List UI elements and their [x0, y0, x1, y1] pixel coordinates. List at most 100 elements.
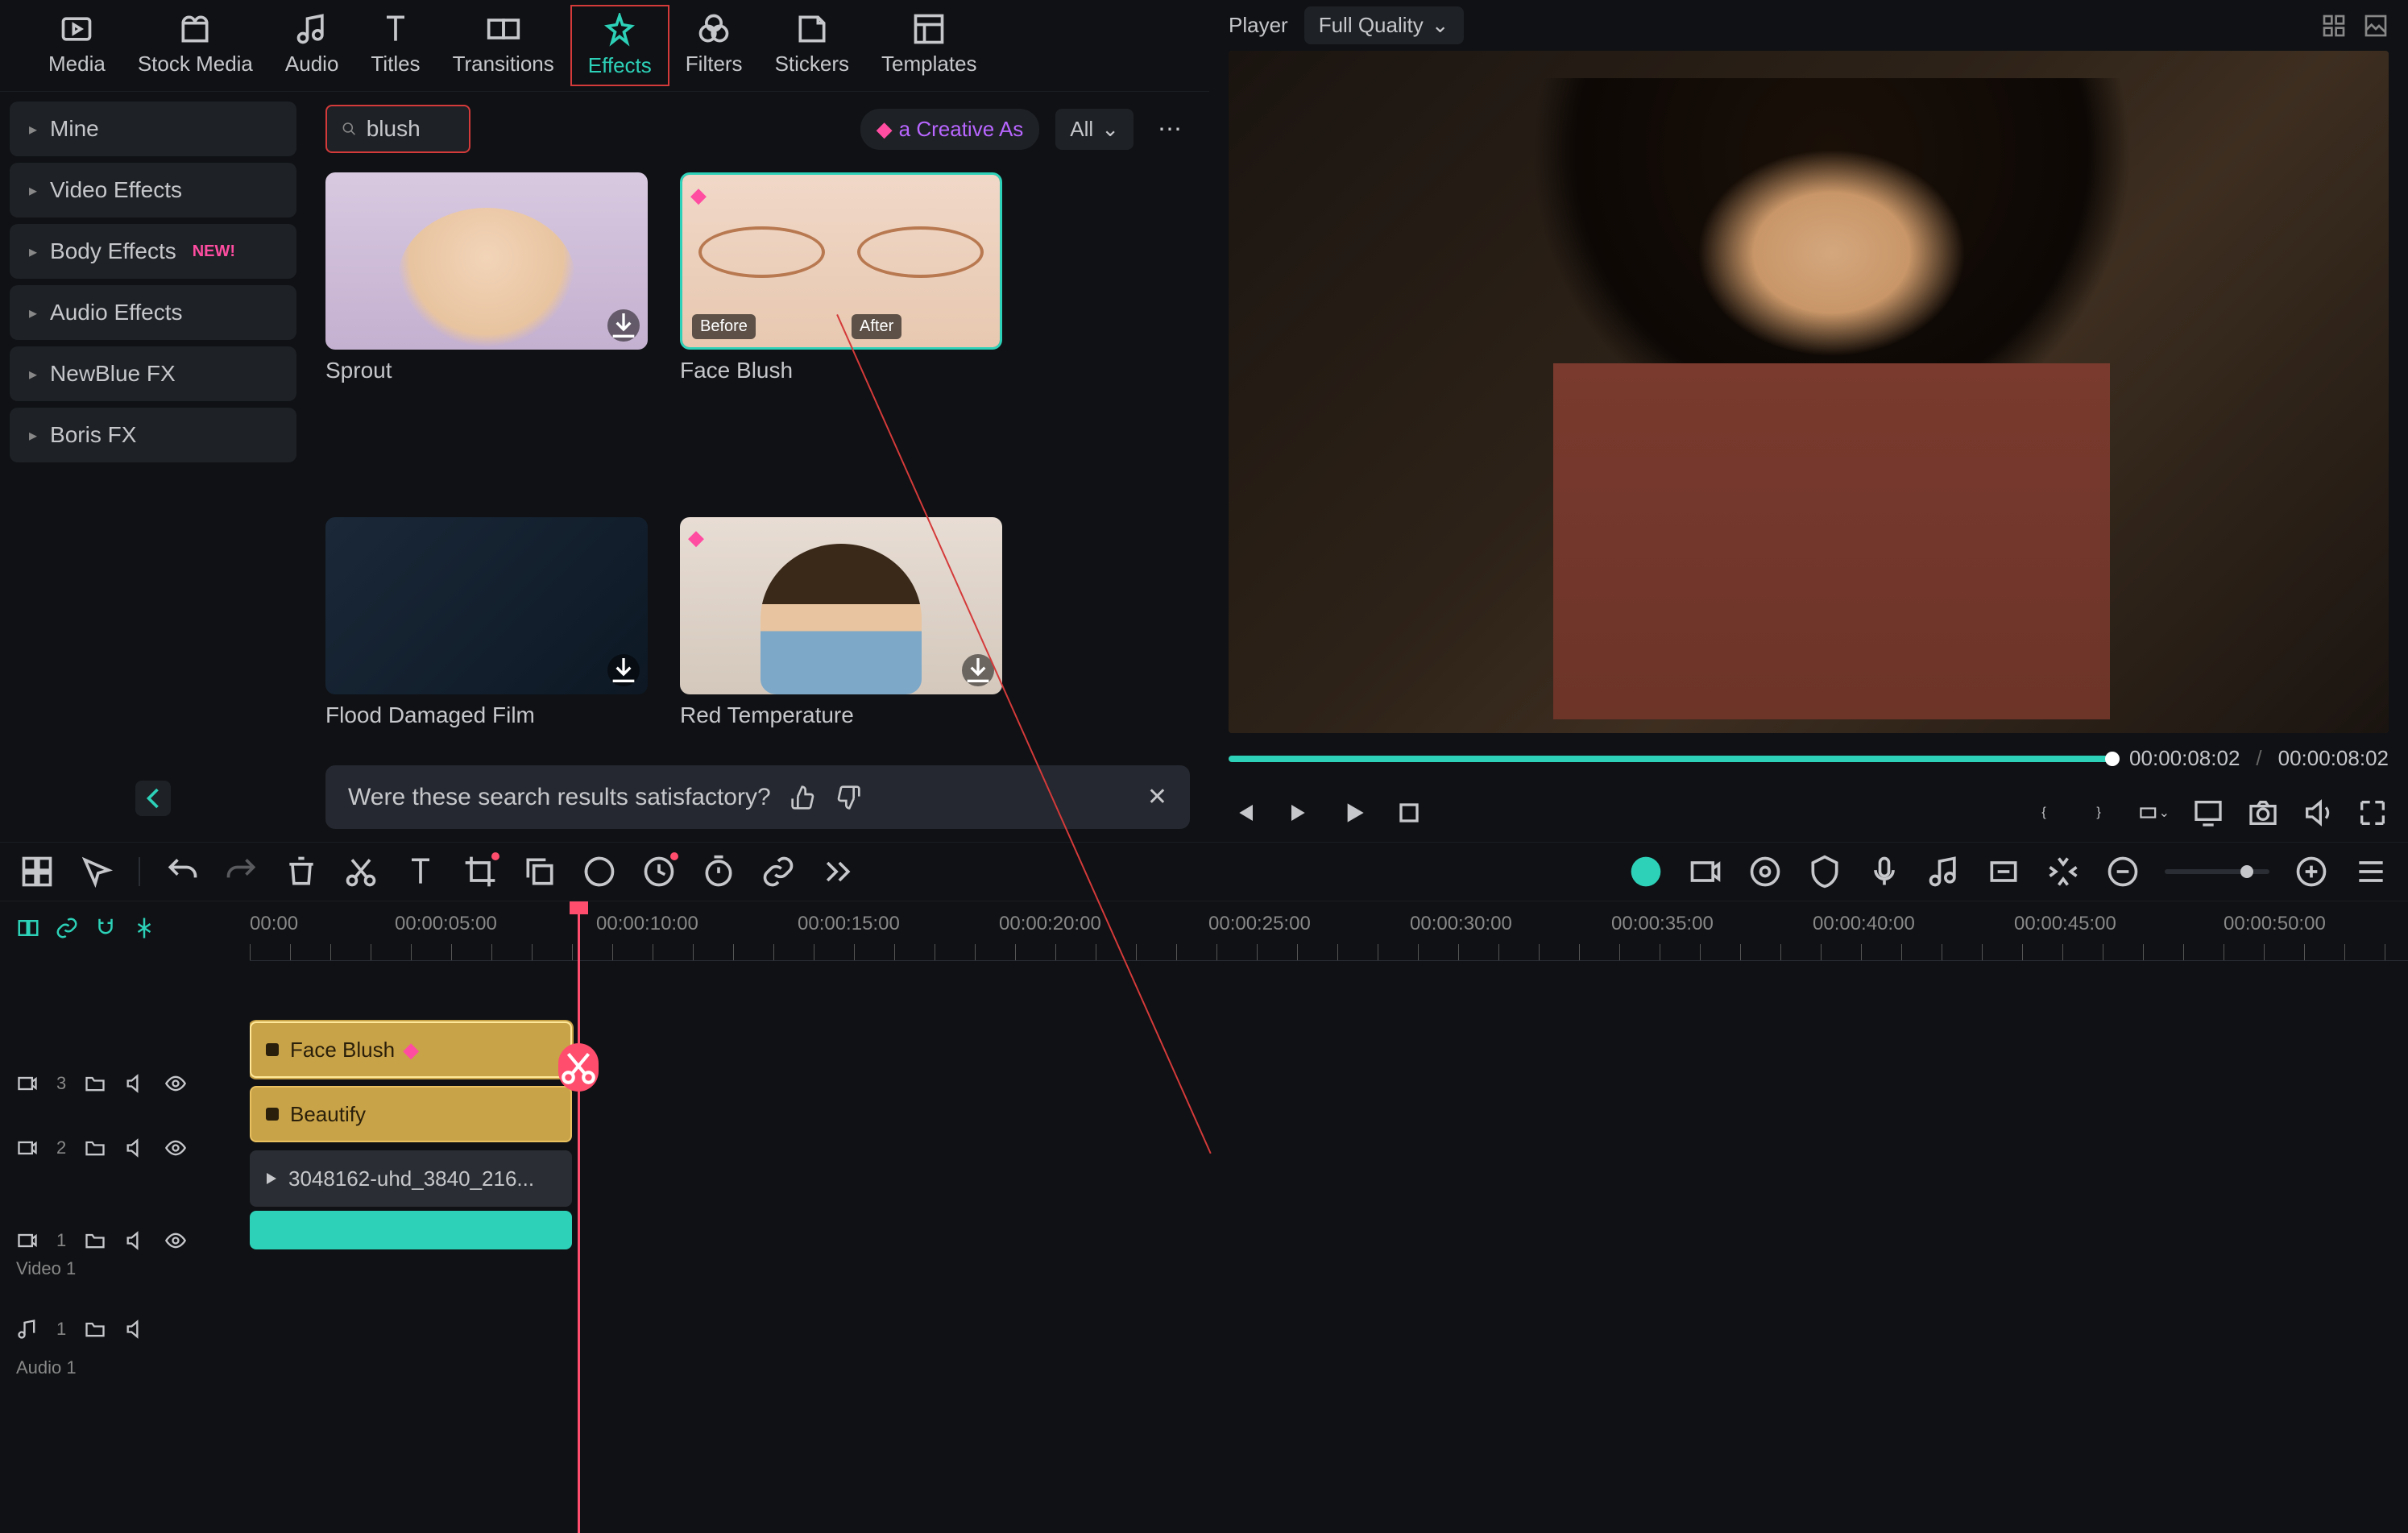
folder-icon[interactable]	[84, 1137, 106, 1159]
tab-effects[interactable]: Effects	[570, 5, 669, 86]
mute-icon[interactable]	[124, 1137, 147, 1159]
fit-button[interactable]	[2045, 854, 2081, 889]
copy-button[interactable]	[522, 854, 557, 889]
tab-stock[interactable]: Stock Media	[122, 5, 269, 86]
chevron-right-icon: ▸	[29, 180, 37, 201]
download-icon[interactable]	[607, 309, 640, 342]
magnet-icon[interactable]	[93, 916, 118, 940]
thumb-flood[interactable]	[325, 517, 648, 694]
tab-titles[interactable]: Titles	[354, 5, 436, 86]
cut-button[interactable]	[343, 854, 379, 889]
record-button[interactable]	[1688, 854, 1723, 889]
text-button[interactable]	[403, 854, 438, 889]
zoom-out-button[interactable]	[2105, 854, 2141, 889]
playhead[interactable]	[578, 901, 580, 1533]
clip-face-blush[interactable]: Face Blush ◆	[250, 1021, 572, 1078]
tab-transitions[interactable]: Transitions	[437, 5, 570, 86]
close-icon[interactable]: ✕	[1147, 783, 1167, 811]
tab-audio[interactable]: Audio	[269, 5, 355, 86]
quality-dropdown[interactable]: Full Quality⌄	[1304, 6, 1464, 44]
clip-video[interactable]: 3048162-uhd_3840_216...	[250, 1150, 572, 1207]
timer-button[interactable]	[701, 854, 736, 889]
sidebar-video-effects[interactable]: ▸Video Effects	[10, 163, 296, 218]
next-frame-button[interactable]	[1283, 797, 1316, 829]
mark-in-button[interactable]: {	[2028, 797, 2060, 829]
delete-button[interactable]	[284, 854, 319, 889]
tab-stickers[interactable]: Stickers	[759, 5, 865, 86]
view-options-button[interactable]	[2353, 854, 2389, 889]
undo-button[interactable]	[164, 854, 200, 889]
adjust-button[interactable]	[1986, 854, 2021, 889]
mute-icon[interactable]	[124, 1318, 147, 1340]
creative-assets-pill[interactable]: ◆a Creative As	[860, 109, 1040, 150]
display-button[interactable]	[2192, 797, 2224, 829]
sidebar-newblue[interactable]: ▸NewBlue FX	[10, 346, 296, 401]
progress-bar[interactable]	[1229, 756, 2113, 762]
thumbs-up-icon[interactable]	[790, 785, 816, 810]
sidebar-body-effects[interactable]: ▸Body EffectsNEW!	[10, 224, 296, 279]
redo-button[interactable]	[224, 854, 259, 889]
tab-label: Stock Media	[138, 52, 253, 77]
marker-button[interactable]	[1807, 854, 1842, 889]
auto-cut-icon[interactable]	[132, 916, 156, 940]
folder-icon[interactable]	[84, 1229, 106, 1252]
sidebar-boris[interactable]: ▸Boris FX	[10, 408, 296, 462]
mute-icon[interactable]	[124, 1229, 147, 1252]
fullscreen-button[interactable]	[2356, 797, 2389, 829]
sidebar-mine[interactable]: ▸Mine	[10, 102, 296, 156]
ai-button[interactable]	[1628, 854, 1664, 889]
zoom-slider[interactable]	[2165, 869, 2269, 874]
play-button[interactable]	[1338, 797, 1370, 829]
preview-viewport[interactable]	[1229, 51, 2389, 733]
more-menu[interactable]: ⋯	[1150, 115, 1190, 143]
link-tracks-icon[interactable]	[55, 916, 79, 940]
search-input[interactable]	[325, 105, 470, 153]
voiceover-button[interactable]	[1867, 854, 1902, 889]
eye-icon[interactable]	[164, 1072, 187, 1095]
progress-handle[interactable]	[2105, 752, 2120, 766]
stop-button[interactable]	[1393, 797, 1425, 829]
mute-icon[interactable]	[124, 1072, 147, 1095]
folder-icon[interactable]	[84, 1072, 106, 1095]
search-field[interactable]	[367, 116, 454, 142]
folder-icon[interactable]	[84, 1318, 106, 1340]
color-button[interactable]	[582, 854, 617, 889]
ratio-button[interactable]: ⌄	[2137, 797, 2170, 829]
result-face-blush[interactable]: ◆ Before After Face Blush	[680, 172, 1002, 485]
tab-media[interactable]: Media	[32, 5, 122, 86]
mark-out-button[interactable]: }	[2083, 797, 2115, 829]
grid-icon[interactable]	[2321, 13, 2347, 39]
sidebar-collapse[interactable]	[135, 781, 171, 816]
timeline-main[interactable]: 00:00 00:00:05:00 00:00:10:00 00:00:15:0…	[250, 901, 2408, 1533]
clip-beautify[interactable]: Beautify	[250, 1086, 572, 1142]
volume-button[interactable]	[2302, 797, 2334, 829]
speed-button[interactable]	[641, 854, 677, 889]
thumb-sprout[interactable]	[325, 172, 648, 350]
detect-button[interactable]	[1747, 854, 1783, 889]
sidebar-audio-effects[interactable]: ▸Audio Effects	[10, 285, 296, 340]
tab-templates[interactable]: Templates	[865, 5, 993, 86]
layout-button[interactable]	[19, 854, 55, 889]
select-button[interactable]	[79, 854, 114, 889]
download-icon[interactable]	[607, 654, 640, 686]
eye-icon[interactable]	[164, 1229, 187, 1252]
scissors-icon[interactable]	[558, 1043, 599, 1092]
thumbs-down-icon[interactable]	[835, 785, 861, 810]
result-sprout[interactable]: Sprout	[325, 172, 648, 485]
more-tools-button[interactable]	[820, 854, 856, 889]
snapshot-button[interactable]	[2247, 797, 2279, 829]
image-icon[interactable]	[2363, 13, 2389, 39]
eye-icon[interactable]	[164, 1137, 187, 1159]
prev-frame-button[interactable]	[1229, 797, 1261, 829]
zoom-in-button[interactable]	[2294, 854, 2329, 889]
clip-waveform[interactable]	[250, 1211, 572, 1249]
filter-all-dropdown[interactable]: All⌄	[1055, 109, 1134, 150]
group-icon[interactable]	[16, 916, 40, 940]
track-name: Video 1	[16, 1258, 76, 1279]
link-button[interactable]	[761, 854, 796, 889]
thumb-red-temp[interactable]: ◆	[680, 517, 1002, 694]
tab-filters[interactable]: Filters	[669, 5, 759, 86]
crop-button[interactable]	[462, 854, 498, 889]
music-button[interactable]	[1926, 854, 1962, 889]
zoom-handle[interactable]	[2240, 865, 2253, 878]
